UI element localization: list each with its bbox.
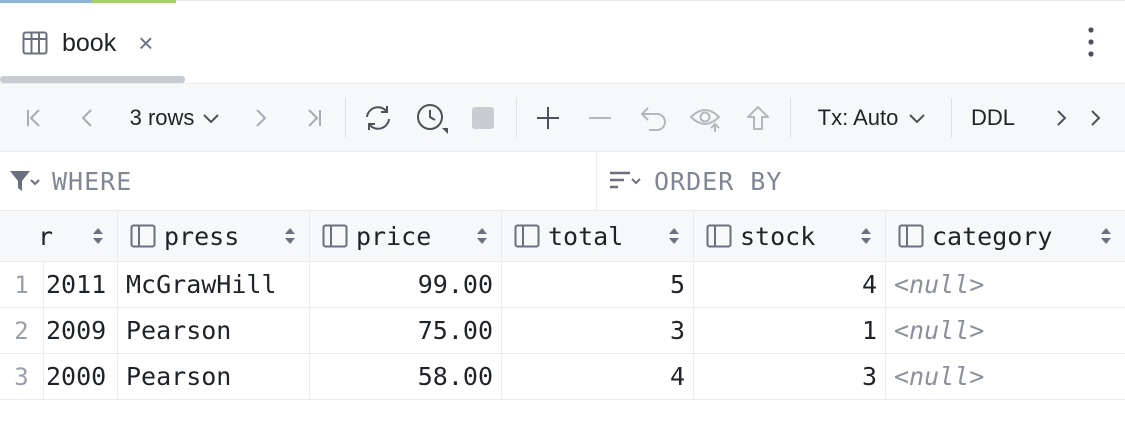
top-border (176, 0, 1125, 1)
submit-icon[interactable] (740, 84, 776, 151)
add-row-icon[interactable] (530, 84, 566, 151)
cell-press[interactable]: Pearson (118, 308, 310, 353)
table-row[interactable]: 1 2011 McGrawHill 99.00 5 4 <null> (0, 262, 1125, 308)
toolbar-separator (516, 98, 517, 138)
ddl-button[interactable]: DDL (962, 84, 1024, 151)
column-icon (706, 224, 732, 248)
toolbar-separator (951, 98, 952, 138)
data-toolbar: 3 rows Tx: Auto DDL (0, 84, 1125, 152)
column-header-press[interactable]: press (118, 211, 310, 261)
cell-year[interactable]: 2011 (44, 262, 118, 307)
cell-total[interactable]: 4 (502, 354, 694, 399)
grid-header: r press price total stock category (0, 211, 1125, 262)
sort-arrows-icon (669, 228, 679, 244)
sort-arrows-icon (285, 228, 295, 244)
toolbar-separator (790, 98, 791, 138)
column-icon (514, 224, 540, 248)
cell-category[interactable]: <null> (886, 262, 1125, 307)
transaction-mode-dropdown[interactable]: Tx: Auto (806, 84, 938, 151)
column-name: stock (740, 221, 816, 251)
first-page-icon[interactable] (18, 84, 52, 151)
sort-arrows-icon (93, 228, 103, 244)
tab-book[interactable]: book × (0, 3, 153, 83)
column-icon (130, 224, 156, 248)
revert-icon[interactable] (636, 84, 672, 151)
filter-bar: WHERE ORDER BY (0, 152, 1125, 211)
toolbar-separator (345, 98, 346, 138)
column-icon (898, 224, 924, 248)
column-header-price[interactable]: price (310, 211, 502, 261)
column-name: r (38, 221, 54, 251)
chevron-down-icon (203, 113, 220, 123)
where-label: WHERE (52, 166, 133, 196)
more-options-icon[interactable] (1083, 25, 1099, 59)
filter-icon (10, 171, 40, 191)
last-page-icon[interactable] (296, 84, 330, 151)
stop-icon[interactable] (466, 84, 500, 151)
cell-category[interactable]: <null> (886, 308, 1125, 353)
column-header-category[interactable]: category (886, 211, 1125, 261)
cell-price[interactable]: 75.00 (310, 308, 502, 353)
chevron-right-icon[interactable] (1046, 84, 1076, 151)
where-filter-input[interactable]: WHERE (8, 152, 588, 210)
sort-arrows-icon (477, 228, 487, 244)
cell-total[interactable]: 3 (502, 308, 694, 353)
cell-press[interactable]: McGrawHill (118, 262, 310, 307)
active-tab-indicator (0, 76, 185, 83)
chevron-down-icon (909, 113, 926, 123)
column-icon (322, 224, 348, 248)
row-number: 2 (0, 308, 44, 353)
rows-count-label: 3 rows (129, 104, 195, 130)
column-header-stock[interactable]: stock (694, 211, 886, 261)
table-row[interactable]: 2 2009 Pearson 75.00 3 1 <null> (0, 308, 1125, 354)
delete-row-icon[interactable] (582, 84, 618, 151)
cell-price[interactable]: 99.00 (310, 262, 502, 307)
cell-price[interactable]: 58.00 (310, 354, 502, 399)
column-name: press (164, 221, 240, 251)
order-by-label: ORDER BY (654, 166, 783, 196)
refresh-icon[interactable] (358, 84, 398, 151)
transaction-mode-label: Tx: Auto (817, 104, 899, 130)
order-by-input[interactable]: ORDER BY (608, 152, 1118, 210)
previous-page-icon[interactable] (72, 84, 102, 151)
cell-stock[interactable]: 4 (694, 262, 886, 307)
column-name: category (932, 221, 1053, 251)
more-actions-chevron-icon[interactable] (1080, 84, 1110, 151)
history-clock-icon[interactable] (412, 84, 452, 151)
editor-tab-bar: book × (0, 3, 1125, 84)
cell-stock[interactable]: 3 (694, 354, 886, 399)
column-header-year[interactable]: r (0, 211, 118, 261)
rows-count-dropdown[interactable]: 3 rows (120, 84, 230, 151)
filter-separator (596, 152, 597, 210)
ddl-label: DDL (970, 104, 1015, 130)
preview-changes-icon[interactable] (686, 84, 726, 151)
tab-title: book (62, 28, 117, 57)
table-icon (22, 31, 48, 55)
column-name: price (356, 221, 432, 251)
table-row[interactable]: 3 2000 Pearson 58.00 4 3 <null> (0, 354, 1125, 400)
column-header-total[interactable]: total (502, 211, 694, 261)
sort-arrows-icon (1101, 228, 1111, 244)
cell-year[interactable]: 2009 (44, 308, 118, 353)
cell-year[interactable]: 2000 (44, 354, 118, 399)
close-icon[interactable]: × (138, 30, 153, 56)
cell-total[interactable]: 5 (502, 262, 694, 307)
cell-category[interactable]: <null> (886, 354, 1125, 399)
row-number: 1 (0, 262, 44, 307)
sort-arrows-icon (861, 228, 871, 244)
cell-stock[interactable]: 1 (694, 308, 886, 353)
sort-lines-icon (610, 171, 641, 189)
row-number: 3 (0, 354, 44, 399)
next-page-icon[interactable] (246, 84, 276, 151)
column-name: total (548, 221, 624, 251)
cell-press[interactable]: Pearson (118, 354, 310, 399)
